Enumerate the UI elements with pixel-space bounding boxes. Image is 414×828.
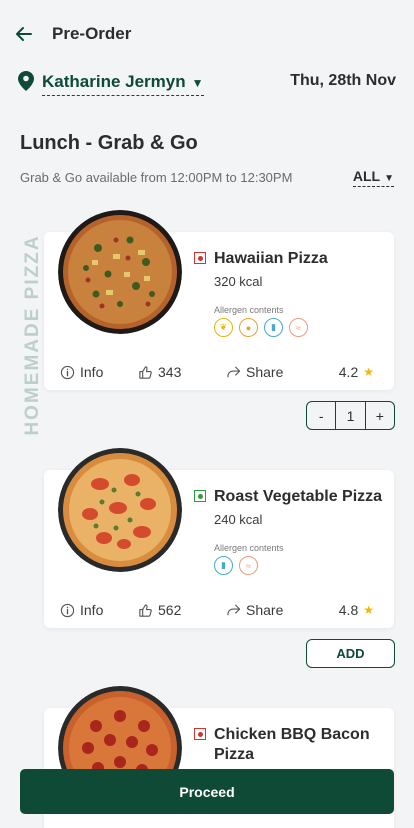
rating-value: 4.2	[338, 364, 359, 380]
page-title: Pre-Order	[52, 24, 132, 43]
allergen-label: Allergen contents	[214, 305, 284, 315]
info-button[interactable]: Info	[60, 602, 103, 618]
allergen-list: ▮ ≈	[214, 556, 258, 575]
decrement-button[interactable]: -	[307, 402, 335, 429]
location-selector[interactable]: Katharine Jermyn ▼	[42, 72, 204, 96]
category-label: HOMEMADE PIZZA	[22, 234, 43, 436]
info-icon	[60, 365, 75, 379]
allergen-label: Allergen contents	[214, 543, 284, 553]
card-footer: Info 343 Share 4.2 ★	[60, 364, 374, 384]
filter-value: ALL	[352, 168, 381, 184]
share-label: Share	[246, 364, 284, 380]
star-icon: ★	[363, 603, 374, 617]
map-pin-icon	[18, 71, 34, 91]
info-label: Info	[80, 602, 104, 618]
like-button[interactable]: 343	[138, 364, 181, 380]
rating: 4.2 ★	[339, 364, 374, 380]
like-count: 343	[158, 364, 182, 380]
item-name: Roast Vegetable Pizza	[214, 488, 383, 505]
filter-dropdown[interactable]: ALL ▼	[352, 168, 394, 187]
availability-text: Grab & Go available from 12:00PM to 12:3…	[20, 170, 293, 185]
allergen-list: ❦ ● ▮ ≈	[214, 318, 308, 337]
milk-icon: ▮	[264, 318, 283, 337]
rating: 4.8 ★	[339, 602, 374, 618]
rating-value: 4.8	[338, 602, 359, 618]
like-count: 562	[158, 602, 182, 618]
quantity-value: 1	[335, 402, 366, 429]
card-footer: Info 562 Share 4.8 ★	[60, 602, 374, 622]
veg-icon	[194, 490, 206, 502]
date-label: Thu, 28th Nov	[290, 72, 396, 89]
caret-down-icon: ▼	[191, 75, 204, 90]
fish-icon: ≈	[289, 318, 308, 337]
like-button[interactable]: 562	[138, 602, 181, 618]
thumbs-up-icon	[139, 365, 152, 379]
hawaiian-pizza-image	[58, 210, 182, 334]
section-title: Lunch - Grab & Go	[20, 132, 198, 154]
share-label: Share	[246, 602, 284, 618]
gluten-icon: ❦	[214, 318, 233, 337]
back-arrow-icon[interactable]	[14, 24, 38, 46]
share-icon	[227, 365, 241, 377]
egg-icon: ●	[239, 318, 258, 337]
app-header: Pre-Order	[0, 0, 414, 70]
share-button[interactable]: Share	[226, 364, 283, 380]
fish-icon: ≈	[239, 556, 258, 575]
increment-button[interactable]: +	[366, 402, 394, 429]
proceed-button[interactable]: Proceed	[20, 769, 394, 814]
star-icon: ★	[363, 365, 374, 379]
quantity-stepper[interactable]: - 1 +	[306, 401, 395, 430]
info-button[interactable]: Info	[60, 364, 103, 380]
share-button[interactable]: Share	[226, 602, 283, 618]
location-name: Katharine Jermyn	[42, 72, 186, 91]
item-name: Hawaiian Pizza	[214, 250, 328, 267]
info-icon	[60, 603, 75, 617]
non-veg-icon	[194, 728, 206, 740]
item-kcal: 320 kcal	[214, 274, 263, 289]
caret-down-icon: ▼	[384, 173, 394, 184]
item-name: Chicken BBQ Bacon Pizza	[214, 726, 370, 763]
share-icon	[227, 603, 241, 615]
add-button[interactable]: ADD	[306, 639, 395, 668]
roast-vegetable-pizza-image	[58, 448, 182, 572]
thumbs-up-icon	[139, 603, 152, 617]
info-label: Info	[80, 364, 104, 380]
location-row: Katharine Jermyn ▼ Thu, 28th Nov	[18, 70, 396, 100]
non-veg-icon	[194, 252, 206, 264]
item-kcal: 240 kcal	[214, 512, 263, 527]
milk-icon: ▮	[214, 556, 233, 575]
